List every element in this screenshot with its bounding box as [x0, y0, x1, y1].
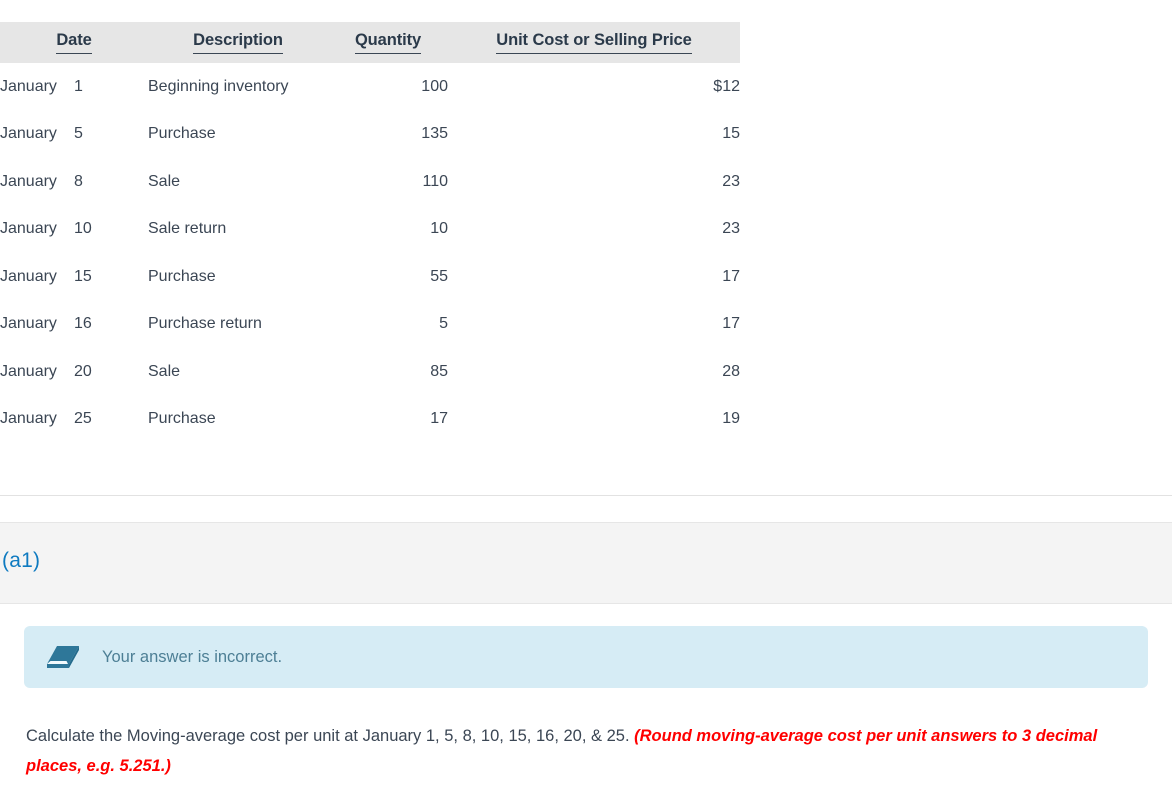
table-row: January15Purchase5517 [0, 253, 740, 301]
eraser-icon [46, 644, 80, 670]
cell-day: 5 [74, 111, 148, 159]
cell-day: 10 [74, 206, 148, 254]
instructions-paragraph: Calculate the Moving-average cost per un… [26, 721, 1146, 781]
cell-day: 1 [74, 63, 148, 111]
section-band-top-border [0, 522, 1172, 523]
alert-message: Your answer is incorrect. [102, 649, 282, 666]
column-header-description-label: Description [193, 32, 283, 53]
cell-month: January [0, 253, 74, 301]
cell-description: Sale return [148, 206, 328, 254]
cell-unit-cost: 23 [448, 206, 740, 254]
column-header-unit-cost: Unit Cost or Selling Price [448, 22, 740, 63]
column-header-quantity-label: Quantity [355, 32, 421, 53]
table-row: January8Sale11023 [0, 158, 740, 206]
inventory-table: Date Description Quantity Unit Cost or S… [0, 22, 740, 443]
cell-unit-cost: 17 [448, 301, 740, 349]
section-band [0, 523, 1172, 603]
cell-month: January [0, 396, 74, 444]
cell-day: 25 [74, 396, 148, 444]
cell-quantity: 100 [328, 63, 448, 111]
cell-month: January [0, 301, 74, 349]
table-row: January10Sale return1023 [0, 206, 740, 254]
cell-quantity: 10 [328, 206, 448, 254]
column-header-quantity: Quantity [328, 22, 448, 63]
cell-month: January [0, 348, 74, 396]
column-header-date: Date [0, 22, 148, 63]
cell-month: January [0, 111, 74, 159]
section-label-a1: (a1) [2, 550, 40, 571]
cell-quantity: 135 [328, 111, 448, 159]
cell-month: January [0, 206, 74, 254]
table-header-row: Date Description Quantity Unit Cost or S… [0, 22, 740, 63]
cell-quantity: 55 [328, 253, 448, 301]
cell-day: 16 [74, 301, 148, 349]
cell-description: Purchase [148, 111, 328, 159]
cell-description: Beginning inventory [148, 63, 328, 111]
table-row: January16Purchase return517 [0, 301, 740, 349]
column-header-description: Description [148, 22, 328, 63]
cell-description: Purchase [148, 396, 328, 444]
table-header: Date Description Quantity Unit Cost or S… [0, 22, 740, 63]
table-row: January25Purchase1719 [0, 396, 740, 444]
cell-unit-cost: $12 [448, 63, 740, 111]
column-header-unit-cost-label: Unit Cost or Selling Price [496, 32, 691, 53]
table-body: January1Beginning inventory100$12January… [0, 63, 740, 443]
inventory-table-container: Date Description Quantity Unit Cost or S… [0, 0, 1172, 443]
section-band-bottom-border [0, 603, 1172, 604]
cell-description: Purchase return [148, 301, 328, 349]
cell-quantity: 17 [328, 396, 448, 444]
cell-description: Purchase [148, 253, 328, 301]
cell-description: Sale [148, 158, 328, 206]
cell-month: January [0, 63, 74, 111]
table-row: January5Purchase13515 [0, 111, 740, 159]
table-row: January20Sale8528 [0, 348, 740, 396]
cell-day: 8 [74, 158, 148, 206]
instructions-normal-text: Calculate the Moving-average cost per un… [26, 727, 634, 745]
cell-unit-cost: 15 [448, 111, 740, 159]
cell-unit-cost: 17 [448, 253, 740, 301]
cell-quantity: 85 [328, 348, 448, 396]
column-header-date-label: Date [56, 32, 91, 53]
table-row: January1Beginning inventory100$12 [0, 63, 740, 111]
cell-unit-cost: 19 [448, 396, 740, 444]
section-divider-top [0, 495, 1172, 496]
incorrect-answer-alert: Your answer is incorrect. [24, 626, 1148, 688]
cell-day: 15 [74, 253, 148, 301]
cell-unit-cost: 23 [448, 158, 740, 206]
cell-description: Sale [148, 348, 328, 396]
cell-month: January [0, 158, 74, 206]
cell-unit-cost: 28 [448, 348, 740, 396]
cell-day: 20 [74, 348, 148, 396]
cell-quantity: 5 [328, 301, 448, 349]
cell-quantity: 110 [328, 158, 448, 206]
